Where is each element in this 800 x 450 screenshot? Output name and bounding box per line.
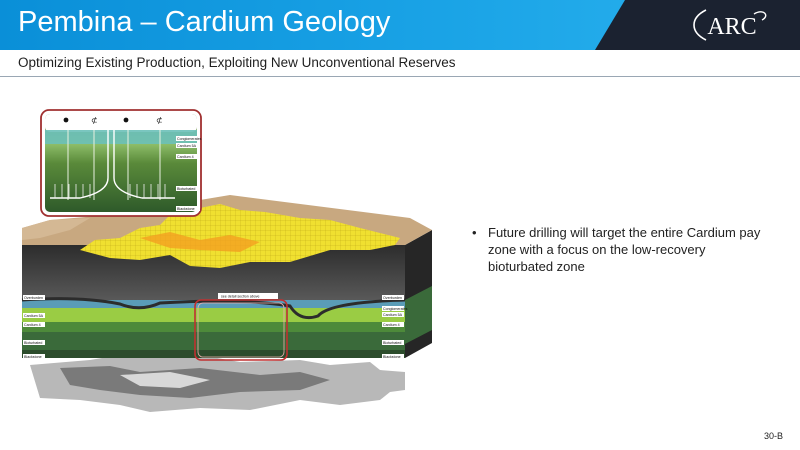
slide-title: Pembina – Cardium Geology	[18, 6, 391, 38]
logo-left-arc	[693, 9, 707, 41]
label-cardium5a-right: Cardium 5A	[383, 313, 403, 317]
label-overburden-left: Overburden	[24, 296, 43, 300]
arc-logo: ARC	[693, 9, 767, 41]
band-cardium-4	[22, 322, 405, 332]
label-blackstone-left: Blackstone	[24, 355, 42, 359]
label-bioturbated-right: Bioturbated	[383, 341, 401, 345]
injector-well-symbol-icon: ⊄	[91, 116, 98, 125]
page-number: 30-B	[764, 431, 784, 441]
inset-label-bioturbated: Bioturbated	[177, 187, 195, 191]
inset-detail-section: ⊄ ⊄ Conglomerates Cardium 5A Cardium 4 B…	[40, 109, 202, 217]
injector-well-symbol-icon: ⊄	[156, 116, 163, 125]
bullet-list: • Future drilling will target the entire…	[472, 224, 772, 275]
label-blackstone-right: Blackstone	[383, 355, 401, 359]
label-overburden-right: Overburden	[383, 296, 402, 300]
logo-text: ARC	[707, 14, 756, 40]
slide-subtitle: Optimizing Existing Production, Exploiti…	[18, 55, 456, 70]
band-bioturbated	[22, 332, 405, 350]
inset-label-conglomerates: Conglomerates	[177, 137, 202, 141]
bullet-marker: •	[472, 225, 477, 240]
geology-block-diagram: Overburden Cardium 5A Cardium 4 Bioturba…	[21, 109, 432, 412]
label-bioturbated-left: Bioturbated	[24, 341, 42, 345]
title-bar: Pembina – Cardium Geology ARC	[0, 0, 800, 50]
inset-label-cardium4: Cardium 4	[177, 155, 194, 159]
header-rule	[0, 76, 800, 77]
inset-label-blackstone: Blackstone	[177, 207, 195, 211]
label-cardium4-left: Cardium 4	[24, 323, 41, 327]
oil-well-symbol-icon	[63, 117, 69, 123]
label-cardium5a-left: Cardium 5A	[24, 314, 44, 318]
oil-well-symbol-icon	[123, 117, 129, 123]
bullet-item: Future drilling will target the entire C…	[488, 225, 761, 274]
inset-label-cardium5a: Cardium 5A	[177, 144, 197, 148]
label-cardium4-right: Cardium 4	[383, 323, 400, 327]
inset-surface-strip	[45, 114, 197, 132]
band-cardium-5a	[22, 308, 405, 322]
callout-label: see detail section above	[221, 295, 260, 299]
label-conglomerates-right: Conglomerates	[383, 307, 408, 311]
